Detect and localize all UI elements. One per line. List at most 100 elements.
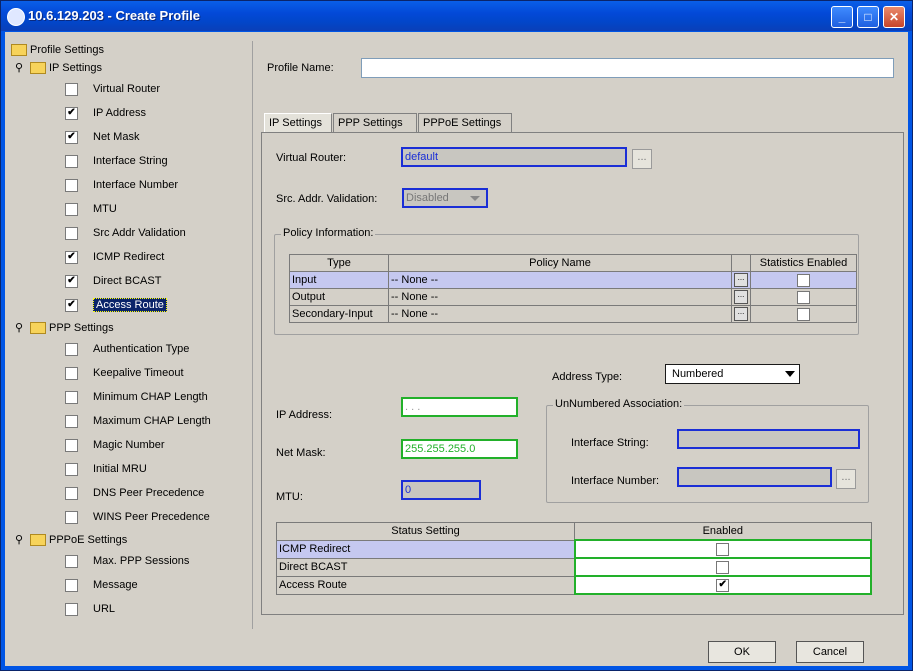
table-row[interactable]: Secondary-Input -- None --... <box>289 305 857 323</box>
close-button[interactable]: ✕ <box>883 6 905 28</box>
policy-browse-button[interactable]: ... <box>734 290 748 304</box>
tree-item-text: Interface Number <box>93 179 178 191</box>
tree-item-text: Maximum CHAP Length <box>93 415 211 427</box>
tree-item-label[interactable]: Direct BCAST <box>93 272 161 290</box>
policy-type-cell: Input <box>289 271 389 289</box>
profile-name-input[interactable] <box>361 58 894 78</box>
stats-enabled-checkbox[interactable] <box>797 273 810 287</box>
cancel-button[interactable]: Cancel <box>796 641 864 663</box>
ok-button[interactable]: OK <box>708 641 776 663</box>
stats-enabled-checkbox[interactable] <box>797 307 810 321</box>
tree-item-checkbox[interactable] <box>65 179 78 192</box>
table-row[interactable]: Input -- None --... <box>289 271 857 289</box>
tree-item-checkbox[interactable] <box>65 227 78 240</box>
tree-item-label[interactable]: Access Route <box>93 296 167 314</box>
stats-enabled-checkbox[interactable] <box>797 290 810 304</box>
interface-string-field[interactable] <box>677 429 860 449</box>
tree-item-text: Virtual Router <box>93 83 161 95</box>
tree-item-label[interactable]: Net Mask <box>93 128 139 146</box>
tree-item-checkbox[interactable]: ✔ <box>65 107 78 120</box>
pin-icon[interactable]: ⚲ <box>15 319 25 337</box>
status-enabled-checkbox[interactable] <box>716 542 730 556</box>
tab-ip-settings[interactable]: IP Settings <box>264 113 332 133</box>
tree-item-label[interactable]: Initial MRU <box>93 460 147 478</box>
table-row[interactable]: Direct BCAST <box>276 557 872 577</box>
tree-item-label[interactable]: Maximum CHAP Length <box>93 412 211 430</box>
tree-item-label[interactable]: Keepalive Timeout <box>93 364 184 382</box>
tree-item-checkbox[interactable] <box>65 439 78 452</box>
tree-item-label[interactable]: Interface String <box>93 152 168 170</box>
tree-item-checkbox[interactable] <box>65 415 78 428</box>
interface-number-field[interactable] <box>677 467 832 487</box>
pin-icon[interactable]: ⚲ <box>15 59 25 77</box>
tree-item-checkbox[interactable] <box>65 391 78 404</box>
chevron-down-icon <box>785 371 795 377</box>
status-enabled-checkbox[interactable]: ✔ <box>716 578 730 592</box>
tree-item-checkbox[interactable] <box>65 555 78 568</box>
net-mask-label: Net Mask: <box>276 447 326 459</box>
tree-item-checkbox[interactable] <box>65 603 78 616</box>
tree-group[interactable]: ⚲ IP Settings <box>15 59 102 77</box>
tab-ppp-settings[interactable]: PPP Settings <box>333 113 417 133</box>
tree-item-label[interactable]: URL <box>93 600 115 618</box>
mtu-field[interactable]: 0 <box>401 480 481 500</box>
tree-item-checkbox[interactable] <box>65 343 78 356</box>
tree-item-checkbox[interactable] <box>65 487 78 500</box>
tree-item-checkbox[interactable] <box>65 155 78 168</box>
pin-icon[interactable]: ⚲ <box>15 531 25 549</box>
policy-browse-button[interactable]: ... <box>734 273 748 287</box>
maximize-button[interactable]: □ <box>857 6 879 28</box>
src-addr-validation-value: Disabled <box>406 192 449 204</box>
tree-item-text: Keepalive Timeout <box>93 367 184 379</box>
status-enabled-cell <box>573 539 872 559</box>
tree-item-checkbox[interactable]: ✔ <box>65 299 78 312</box>
tab-pppoe-settings[interactable]: PPPoE Settings <box>418 113 512 133</box>
policy-browse-button[interactable]: ... <box>734 307 748 321</box>
tree-item-checkbox[interactable] <box>65 511 78 524</box>
ip-address-field[interactable]: . . . <box>401 397 518 417</box>
tree-item-label[interactable]: Max. PPP Sessions <box>93 552 189 570</box>
tree-item-label[interactable]: Authentication Type <box>93 340 189 358</box>
tree-item-checkbox[interactable]: ✔ <box>65 275 78 288</box>
tree-group[interactable]: ⚲ PPPoE Settings <box>15 531 127 549</box>
tree-item-checkbox[interactable] <box>65 203 78 216</box>
virtual-router-field[interactable]: default <box>401 147 627 167</box>
src-addr-validation-select[interactable]: Disabled <box>402 188 488 208</box>
tree-item-label[interactable]: Virtual Router <box>93 80 160 98</box>
tree-group-label: IP Settings <box>49 62 102 74</box>
tree-item-checkbox[interactable]: ✔ <box>65 251 78 264</box>
tree-group-label: PPPoE Settings <box>49 534 128 546</box>
address-type-select[interactable]: Numbered <box>665 364 800 384</box>
tree-item-label[interactable]: Interface Number <box>93 176 178 194</box>
tree-item-label[interactable]: Minimum CHAP Length <box>93 388 208 406</box>
tree-item-label[interactable]: DNS Peer Precedence <box>93 484 204 502</box>
tree-item-label[interactable]: Message <box>93 576 138 594</box>
tree-item-label[interactable]: MTU <box>93 200 117 218</box>
tree-item-checkbox[interactable] <box>65 463 78 476</box>
tree-item-checkbox[interactable] <box>65 579 78 592</box>
main-panel: Profile Name: IP Settings PPP Settings P… <box>254 41 906 629</box>
chevron-down-icon <box>470 196 480 201</box>
profile-name-label: Profile Name: <box>267 62 334 74</box>
minimize-button[interactable]: _ <box>831 6 853 28</box>
table-row[interactable]: Access Route ✔ <box>276 575 872 595</box>
tree-item-checkbox[interactable] <box>65 83 78 96</box>
tree-item-checkbox[interactable] <box>65 367 78 380</box>
tree-item-label[interactable]: Magic Number <box>93 436 165 454</box>
net-mask-field[interactable]: 255.255.255.0 <box>401 439 518 459</box>
tree-group[interactable]: ⚲ PPP Settings <box>15 319 114 337</box>
tree-root[interactable]: Profile Settings <box>11 41 104 59</box>
table-row[interactable]: ICMP Redirect <box>276 539 872 559</box>
table-row[interactable]: Output -- None --... <box>289 288 857 306</box>
status-enabled-checkbox[interactable] <box>716 560 730 574</box>
tree-item-label[interactable]: ICMP Redirect <box>93 248 164 266</box>
tree-item-text: Direct BCAST <box>93 275 162 287</box>
tree-item-label[interactable]: WINS Peer Precedence <box>93 508 210 526</box>
tree-item-checkbox[interactable]: ✔ <box>65 131 78 144</box>
create-profile-window: 10.6.129.203 - Create Profile _ □ ✕ Prof… <box>0 0 913 671</box>
policy-name-cell: -- None -- <box>388 288 732 306</box>
interface-number-browse-button[interactable]: ... <box>836 469 856 489</box>
virtual-router-browse-button[interactable]: ... <box>632 149 652 169</box>
tree-item-label[interactable]: IP Address <box>93 104 146 122</box>
tree-item-label[interactable]: Src Addr Validation <box>93 224 186 242</box>
